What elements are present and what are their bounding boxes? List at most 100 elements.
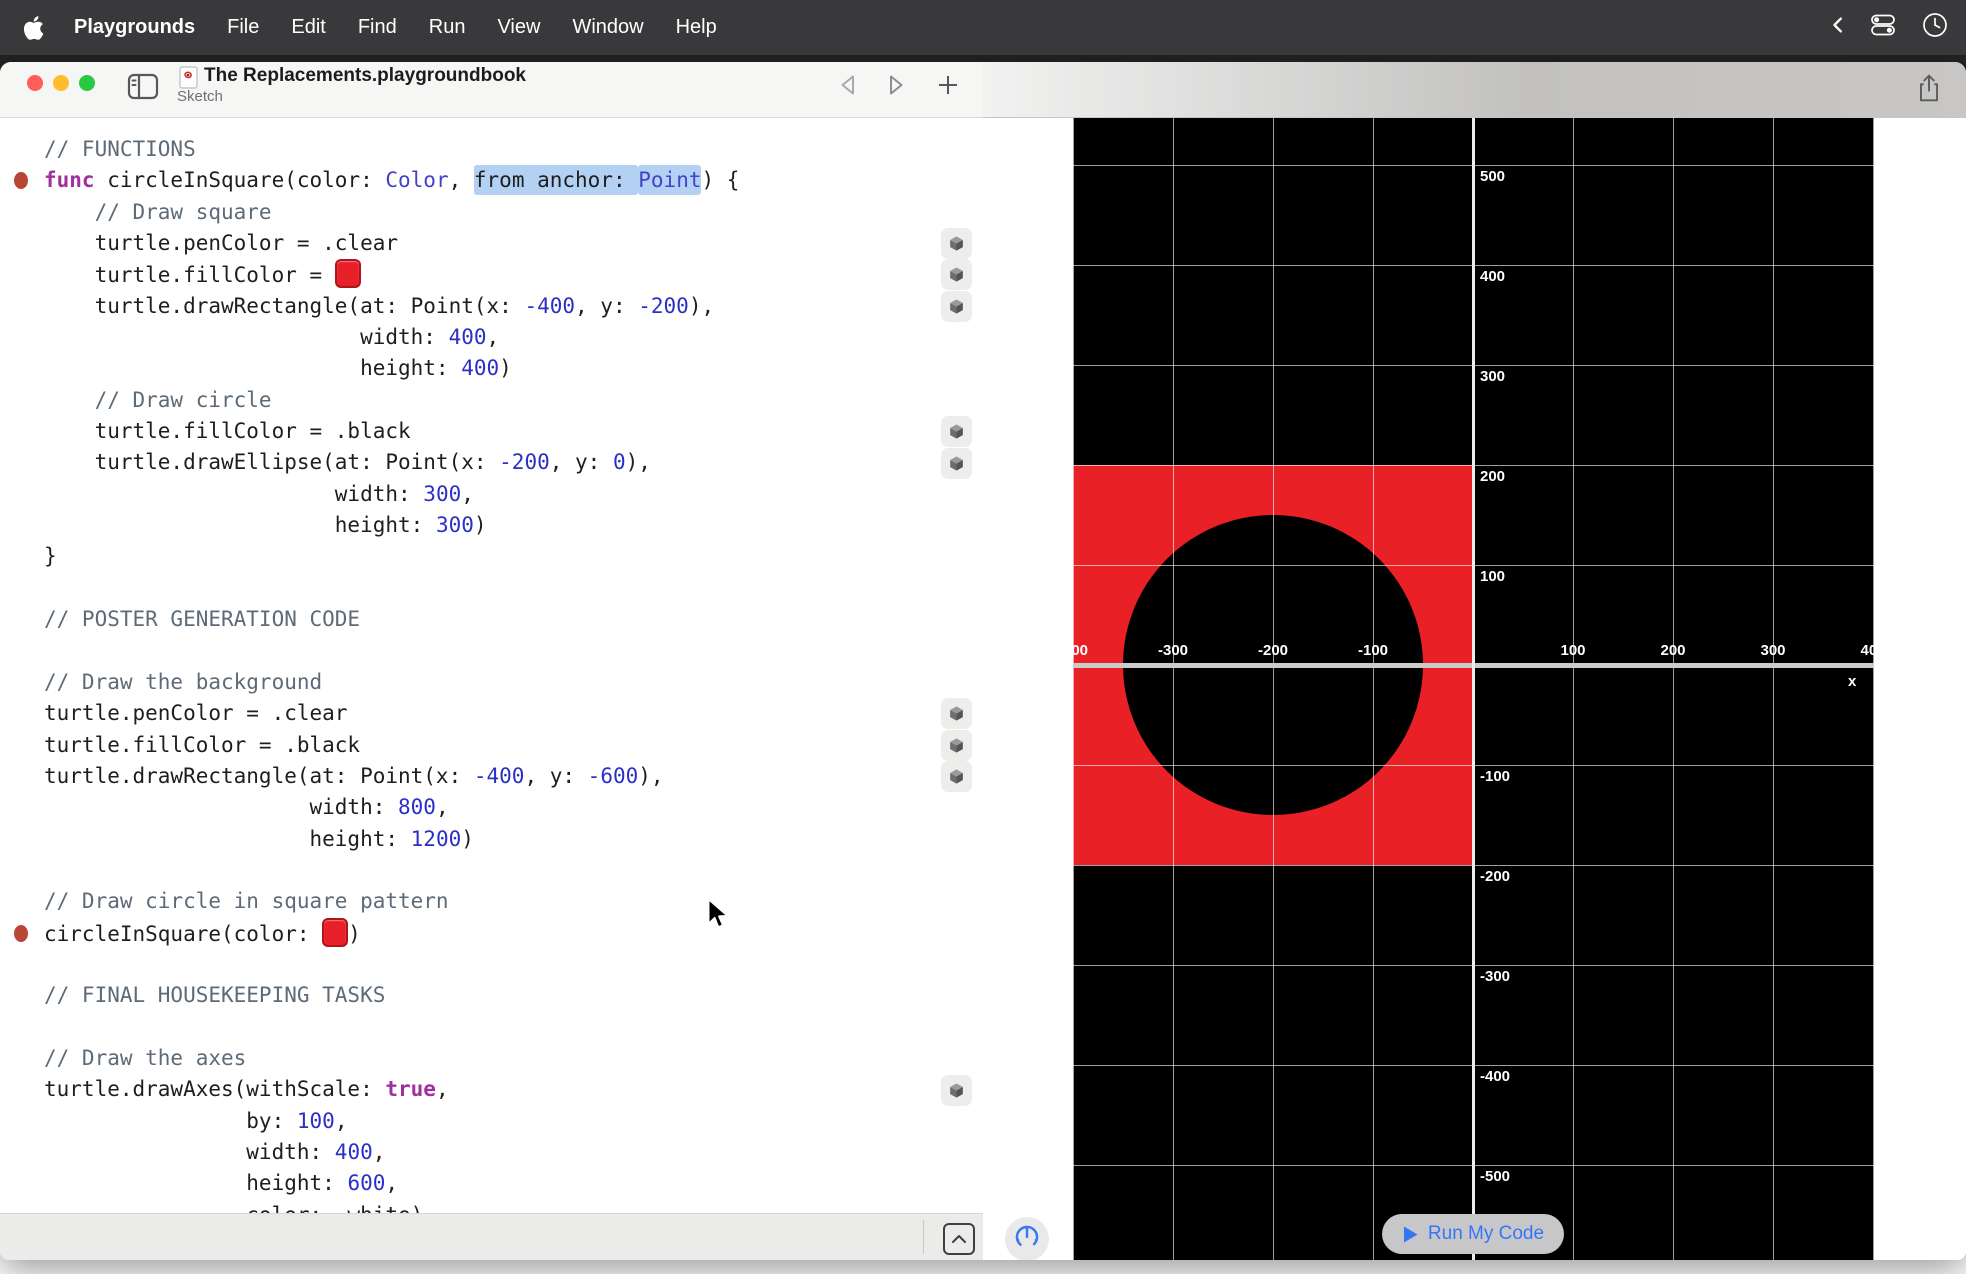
code-line[interactable]: width: 800,	[44, 792, 739, 823]
run-my-code-button[interactable]: Run My Code	[1382, 1214, 1564, 1254]
menu-view[interactable]: View	[481, 16, 556, 39]
code-line[interactable]: // FUNCTIONS	[44, 134, 739, 165]
code-line[interactable]: height: 300)	[44, 510, 739, 541]
menu-window[interactable]: Window	[556, 16, 659, 39]
code-line[interactable]: circleInSquare(color: )	[44, 918, 739, 949]
gridline	[1573, 117, 1574, 1260]
result-cube-button[interactable]	[941, 730, 972, 761]
code-line[interactable]: turtle.penColor = .clear	[44, 698, 739, 729]
gridline	[1173, 117, 1174, 1260]
result-cube-button[interactable]	[941, 228, 972, 259]
zoom-button[interactable]	[79, 75, 95, 91]
menubar-items: PlaygroundsFileEditFindRunViewWindowHelp	[58, 16, 733, 39]
screen: PlaygroundsFileEditFindRunViewWindowHelp	[0, 0, 1966, 1274]
code-line[interactable]: // Draw the background	[44, 667, 739, 698]
bottom-bar-divider	[923, 1220, 924, 1254]
code-line[interactable]: width: 400,	[44, 322, 739, 353]
code-line[interactable]: turtle.fillColor =	[44, 259, 739, 290]
y-tick-label: 100	[1480, 568, 1505, 585]
gridline	[1873, 117, 1874, 1260]
y-tick-label: 200	[1480, 468, 1505, 485]
titlebar-right	[983, 62, 1966, 118]
code-line[interactable]: height: 400)	[44, 353, 739, 384]
close-button[interactable]	[27, 75, 43, 91]
result-cube-button[interactable]	[941, 259, 972, 290]
code-line[interactable]: // FINAL HOUSEKEEPING TASKS	[44, 980, 739, 1011]
code-line[interactable]: height: 1200)	[44, 824, 739, 855]
code-line[interactable]	[44, 573, 739, 604]
code-line[interactable]: // Draw circle	[44, 385, 739, 416]
x-tick-label: -300	[1158, 642, 1188, 659]
code-editor[interactable]: // FUNCTIONSfunc circleInSquare(color: C…	[44, 134, 739, 1213]
forward-icon[interactable]	[886, 73, 906, 97]
mouse-cursor	[706, 898, 732, 935]
color-swatch[interactable]	[322, 918, 348, 947]
sidebar-toggle-button[interactable]	[127, 73, 159, 100]
result-cube-button[interactable]	[941, 761, 972, 792]
y-tick-label: -300	[1480, 968, 1510, 985]
breakpoint-indicator[interactable]	[14, 172, 28, 189]
menu-edit[interactable]: Edit	[275, 16, 341, 39]
code-line[interactable]: // Draw square	[44, 197, 739, 228]
menubar-left: PlaygroundsFileEditFindRunViewWindowHelp	[0, 16, 733, 40]
menubar: PlaygroundsFileEditFindRunViewWindowHelp	[0, 0, 1966, 55]
clock-icon[interactable]	[1922, 12, 1948, 44]
menu-file[interactable]: File	[211, 16, 275, 39]
expand-chevron-icon[interactable]	[943, 1223, 975, 1255]
editor-bottom-bar	[0, 1213, 983, 1260]
color-swatch[interactable]	[335, 259, 361, 288]
play-icon	[1402, 1225, 1419, 1244]
menu-find[interactable]: Find	[342, 16, 413, 39]
control-center-icon[interactable]	[1868, 13, 1898, 43]
y-tick-label: -400	[1480, 1068, 1510, 1085]
result-cube-button[interactable]	[941, 291, 972, 322]
run-speed-button[interactable]	[1005, 1217, 1049, 1260]
code-line[interactable]: turtle.drawRectangle(at: Point(x: -400, …	[44, 291, 739, 322]
gridline	[1373, 117, 1374, 1260]
code-line[interactable]: turtle.drawEllipse(at: Point(x: -200, y:…	[44, 447, 739, 478]
code-line[interactable]: turtle.fillColor = .black	[44, 416, 739, 447]
code-line[interactable]: width: 400,	[44, 1137, 739, 1168]
code-line[interactable]	[44, 1012, 739, 1043]
x-tick-label: -400	[1073, 642, 1088, 659]
window-title: The Replacements.playgroundbook	[204, 65, 526, 87]
code-line[interactable]	[44, 855, 739, 886]
minimize-button[interactable]	[53, 75, 69, 91]
code-line[interactable]	[44, 636, 739, 667]
menu-help[interactable]: Help	[660, 16, 733, 39]
apple-menu-icon[interactable]	[24, 16, 44, 40]
share-icon[interactable]	[1916, 73, 1942, 103]
y-tick-label: -100	[1480, 768, 1510, 785]
gridline	[1073, 117, 1074, 1260]
y-tick-label: -500	[1480, 1168, 1510, 1185]
code-line[interactable]: color: .white)	[44, 1200, 739, 1213]
result-cube-button[interactable]	[941, 416, 972, 447]
back-icon[interactable]	[838, 73, 858, 97]
code-line[interactable]: func circleInSquare(color: Color, from a…	[44, 165, 739, 196]
code-line[interactable]: height: 600,	[44, 1168, 739, 1199]
code-line[interactable]: turtle.fillColor = .black	[44, 730, 739, 761]
code-line[interactable]: width: 300,	[44, 479, 739, 510]
code-line[interactable]: // Draw circle in square pattern	[44, 886, 739, 917]
result-cube-button[interactable]	[941, 1075, 972, 1106]
add-icon[interactable]	[936, 73, 960, 97]
menu-run[interactable]: Run	[413, 16, 482, 39]
code-line[interactable]: // POSTER GENERATION CODE	[44, 604, 739, 635]
code-line[interactable]: turtle.drawAxes(withScale: true,	[44, 1074, 739, 1105]
result-cube-button[interactable]	[941, 698, 972, 729]
breakpoint-indicator[interactable]	[14, 925, 28, 942]
code-line[interactable]: // Draw the axes	[44, 1043, 739, 1074]
chevron-left-icon[interactable]	[1830, 16, 1844, 40]
result-cube-button[interactable]	[941, 448, 972, 479]
code-line[interactable]: by: 100,	[44, 1106, 739, 1137]
speed-gauge-icon	[1010, 1220, 1044, 1259]
code-line[interactable]: turtle.penColor = .clear	[44, 228, 739, 259]
code-line[interactable]: }	[44, 541, 739, 572]
gridline	[1773, 117, 1774, 1260]
x-tick-label: 400	[1860, 642, 1874, 659]
code-pane[interactable]: // FUNCTIONSfunc circleInSquare(color: C…	[0, 117, 983, 1213]
menu-playgrounds[interactable]: Playgrounds	[58, 16, 211, 39]
y-tick-label: 300	[1480, 368, 1505, 385]
code-line[interactable]: turtle.drawRectangle(at: Point(x: -400, …	[44, 761, 739, 792]
code-line[interactable]	[44, 949, 739, 980]
